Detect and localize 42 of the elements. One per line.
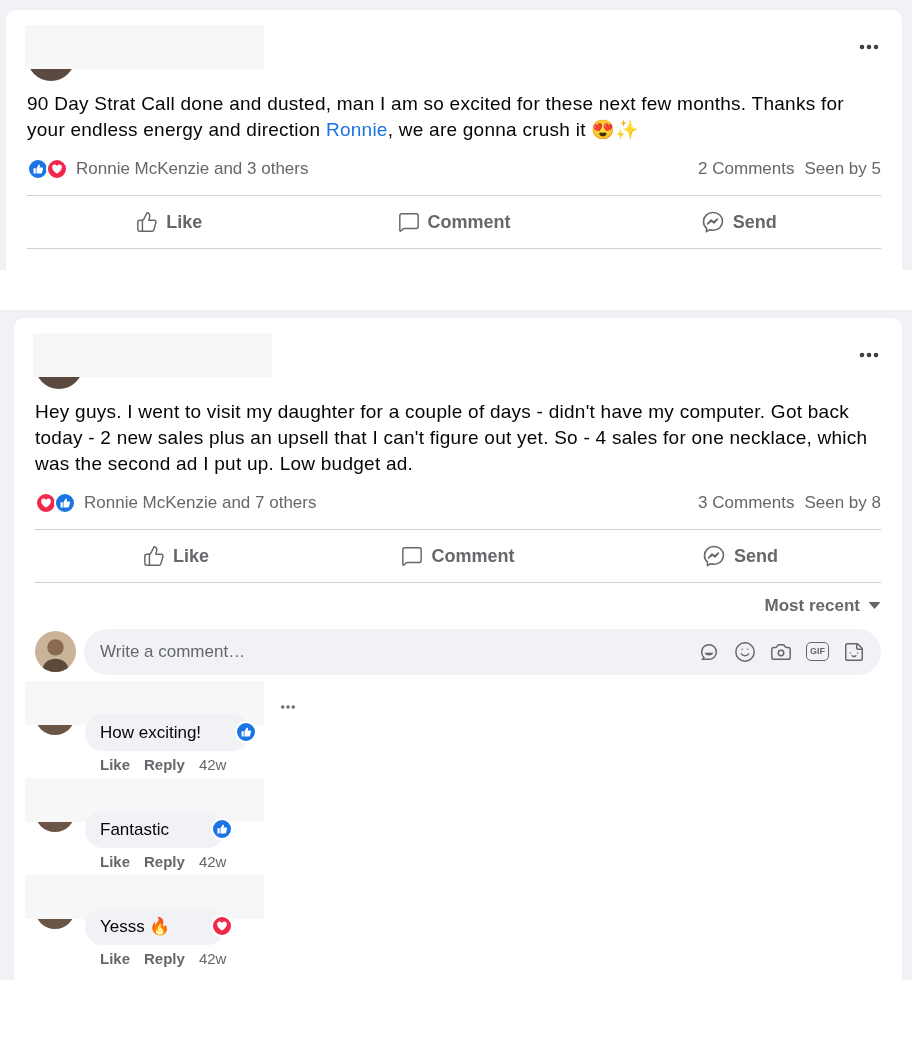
reply-link[interactable]: Reply bbox=[144, 948, 185, 969]
reacted-by[interactable]: Ronnie McKenzie and 7 others bbox=[84, 490, 317, 516]
comments-count[interactable]: 2 Comments bbox=[698, 156, 795, 182]
thumbs-up-icon bbox=[136, 211, 159, 233]
sort-dropdown[interactable]: Most recent bbox=[764, 593, 881, 619]
post-text: 90 Day Strat Call done and dusted, man I am so excited for these next few months. Thanks for your endless energy and direction Ronnie, we are gonna crush it 😍✨ bbox=[27, 92, 845, 142]
comment-age: 42w bbox=[198, 948, 227, 969]
action-button[interactable]: Like bbox=[27, 202, 312, 242]
messenger-icon bbox=[702, 544, 726, 568]
love-reaction-icon bbox=[35, 492, 57, 514]
action-button[interactable]: Comment bbox=[317, 536, 599, 576]
comment-text: Yesss 🔥 bbox=[100, 916, 171, 936]
like-reaction-icon bbox=[54, 492, 76, 514]
comments-count[interactable]: 3 Comments bbox=[698, 490, 795, 516]
messenger-icon bbox=[700, 210, 725, 234]
reply-link[interactable]: Reply bbox=[144, 851, 185, 872]
action-button[interactable]: Like bbox=[35, 536, 317, 576]
gif-icon[interactable]: GIF bbox=[806, 642, 829, 661]
action-button[interactable]: Send bbox=[599, 536, 881, 576]
post-text: Hey guys. I went to visit my daughter for a couple of days - didn't have my computer. Got back today - 2 new sales plus an upsell that I can't figure out yet. So - 4 sales for one necklace, which was the second ad I put up. Low budget ad. bbox=[35, 400, 869, 476]
avatar bbox=[35, 631, 76, 672]
seen-count[interactable]: Seen by 8 bbox=[804, 490, 881, 516]
sticker-icon[interactable] bbox=[843, 640, 865, 663]
reacted-by[interactable]: Ronnie McKenzie and 3 others bbox=[76, 156, 309, 182]
mention-link[interactable]: Ronnie bbox=[325, 119, 388, 140]
reply-link[interactable]: Reply bbox=[144, 754, 185, 775]
speech-bubble-icon bbox=[397, 211, 420, 233]
like-link[interactable]: Like bbox=[100, 851, 130, 872]
thumbs-up-icon bbox=[143, 545, 165, 567]
action-button[interactable]: Send bbox=[596, 202, 881, 242]
like-link[interactable]: Like bbox=[100, 754, 130, 775]
caret-icon bbox=[868, 601, 881, 610]
comment-age: 42w bbox=[198, 851, 227, 872]
comment-age: 42w bbox=[198, 754, 227, 775]
emoji-icon[interactable] bbox=[734, 640, 756, 663]
seen-count[interactable]: Seen by 5 bbox=[804, 156, 881, 182]
comment-field[interactable]: Write a comment… GIF bbox=[84, 628, 881, 675]
speech-bubble-icon bbox=[401, 545, 424, 567]
comment-text: Fantastic bbox=[100, 819, 169, 839]
like-link[interactable]: Like bbox=[100, 948, 130, 969]
comment-text: How exciting! bbox=[100, 722, 202, 742]
action-button[interactable]: Comment bbox=[311, 202, 597, 242]
